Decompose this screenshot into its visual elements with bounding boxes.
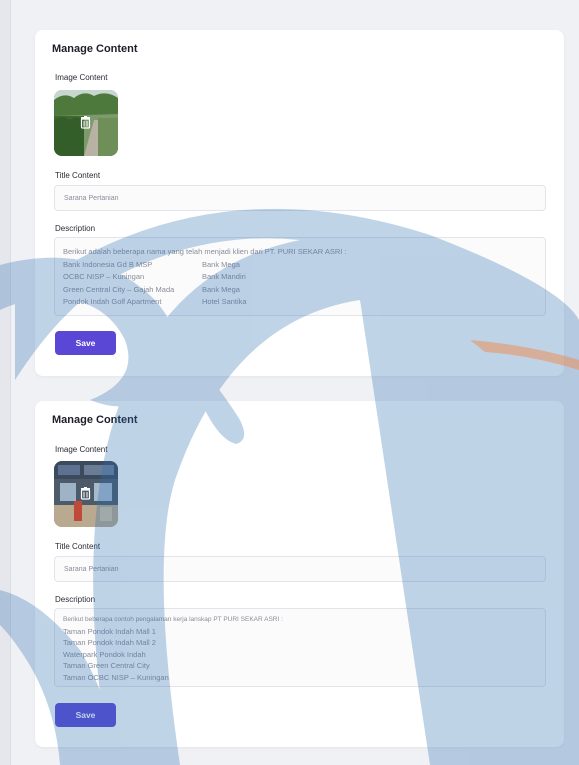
description-label: Description (55, 224, 96, 233)
description-row: Bank Indonesia Gd B MSP Bank Mega (63, 259, 537, 272)
description-line: Taman OCBC NISP – Kuningan (63, 672, 169, 682)
description-textarea[interactable]: Berikut beberapa contoh pengalaman kerja… (54, 608, 546, 687)
client-name: Green Central City – Gajah Mada (63, 284, 175, 294)
manage-content-card-1: Manage Content Image Content Title Conte… (35, 30, 564, 376)
description-line: Taman Pondok Indah Mall 2 (63, 638, 156, 647)
client-name: Bank Mega (202, 284, 240, 294)
description-label: Description (55, 595, 96, 604)
description-row: Pondok Indah Golf Apartment Hotel Santik… (63, 296, 537, 309)
title-content-input[interactable]: Sarana Pertanian (54, 556, 546, 582)
client-name: OCBC NISP – Kuningan (63, 272, 145, 281)
client-name: Bank Indonesia Gd B MSP (63, 259, 153, 269)
title-content-label: Title Content (55, 542, 101, 551)
save-button[interactable]: Save (55, 703, 116, 727)
image-content-label: Image Content (55, 445, 108, 454)
trash-icon[interactable] (79, 487, 92, 500)
description-line: Taman Green Central City (63, 661, 150, 670)
title-content-input[interactable]: Sarana Pertanian (54, 185, 546, 211)
card-title: Manage Content (52, 43, 138, 55)
description-intro: Berikut adalah beberapa nama yang telah … (63, 247, 347, 256)
card-title: Manage Content (52, 414, 138, 426)
client-name: Hotel Santika (202, 297, 247, 306)
client-name: Bank Mandiri (202, 272, 246, 281)
description-textarea[interactable]: Berikut adalah beberapa nama yang telah … (54, 237, 546, 316)
description-row: OCBC NISP – Kuningan Bank Mandiri (63, 271, 537, 284)
client-name: Pondok Indah Golf Apartment (63, 297, 162, 306)
description-intro: Berikut beberapa contoh pengalaman kerja… (63, 616, 283, 623)
image-content-label: Image Content (55, 73, 108, 82)
sidebar-edge (0, 0, 11, 765)
save-button[interactable]: Save (55, 331, 116, 355)
content-image-thumbnail[interactable] (54, 461, 118, 527)
description-row: Green Central City – Gajah Mada Bank Meg… (63, 284, 537, 297)
title-content-label: Title Content (55, 171, 101, 180)
client-name: Bank Mega (202, 259, 240, 269)
trash-icon[interactable] (79, 116, 92, 129)
manage-content-card-2: Manage Content Image Content Title Conte… (35, 401, 564, 747)
description-line: Taman Pondok Indah Mall 1 (63, 626, 156, 636)
content-image-thumbnail[interactable] (54, 90, 118, 156)
description-line: Waterpark Pondok Indah (63, 649, 146, 659)
